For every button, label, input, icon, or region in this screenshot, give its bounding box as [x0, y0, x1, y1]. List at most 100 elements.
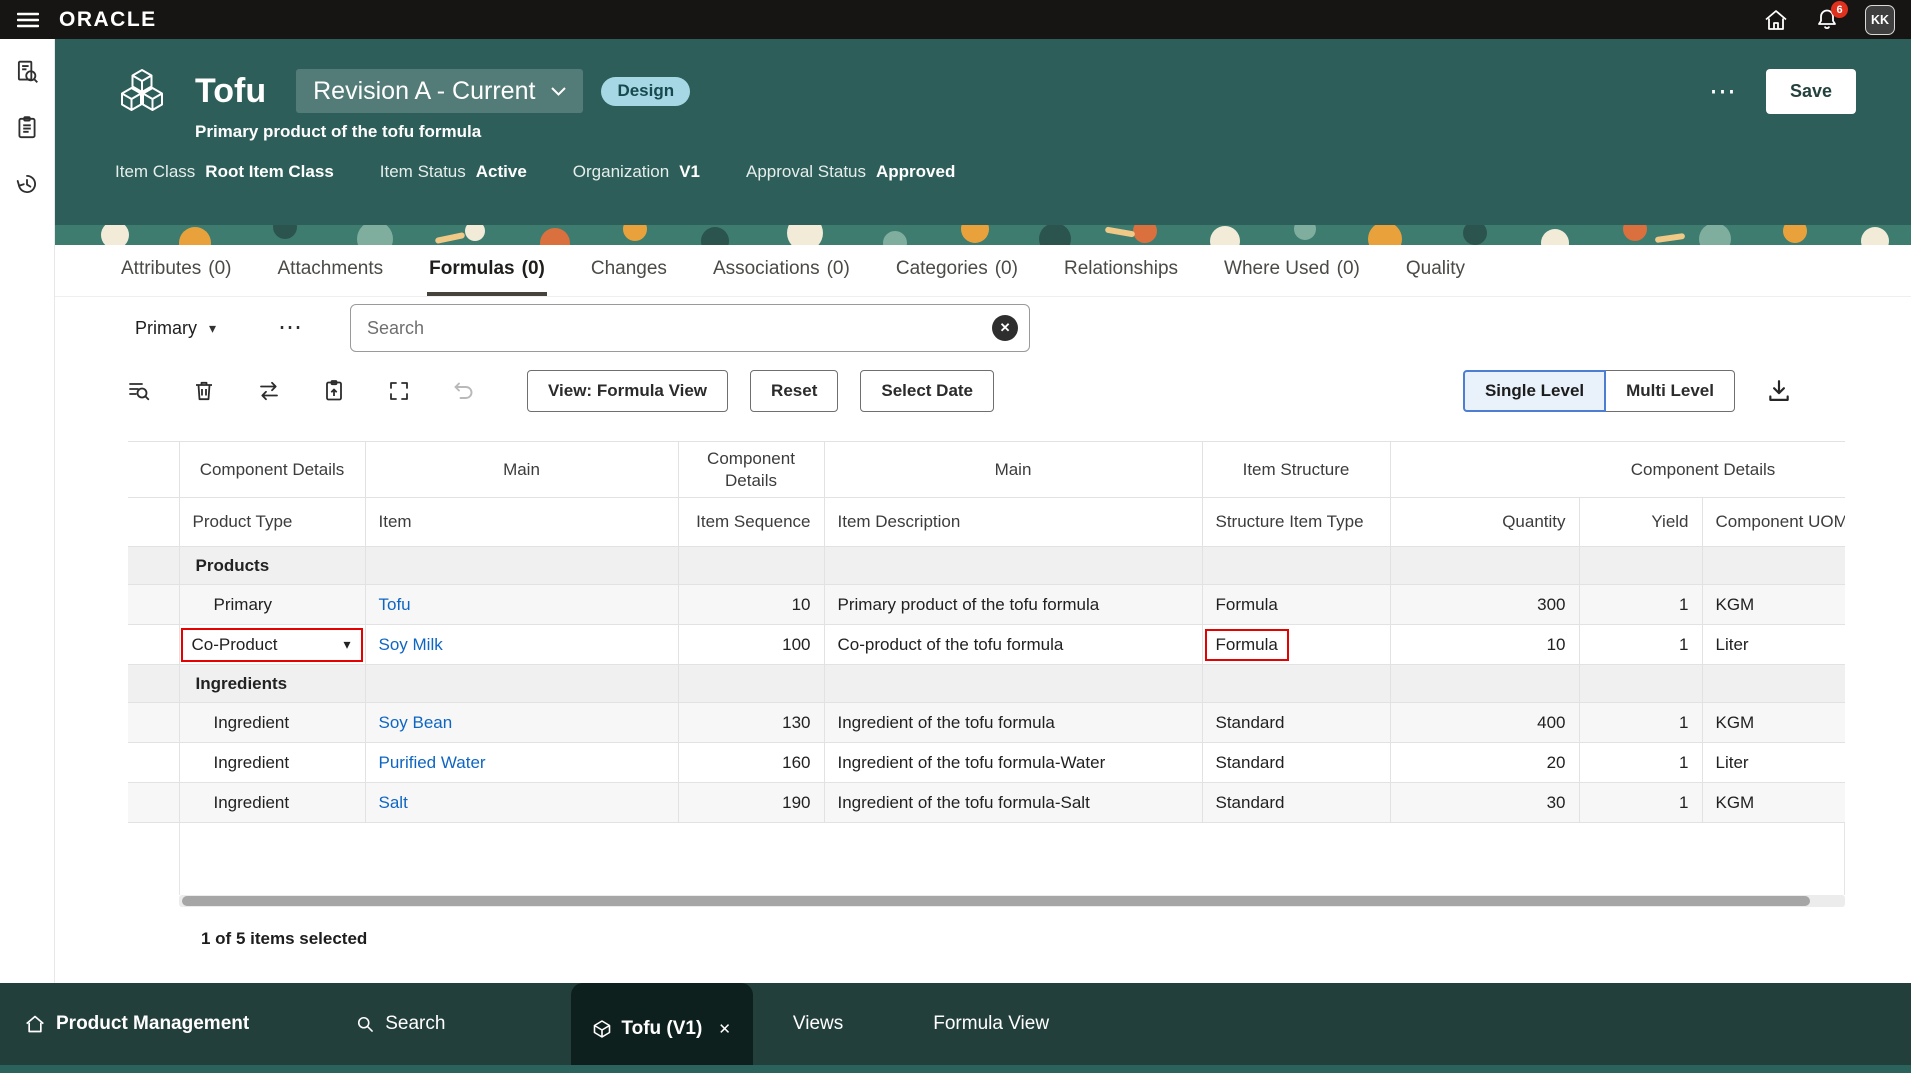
query-by-example-button[interactable] — [119, 371, 159, 411]
hamburger-menu-button[interactable] — [0, 0, 55, 39]
view-formula-view-button[interactable]: View: Formula View — [527, 370, 729, 412]
item-cell: Soy Milk — [365, 624, 679, 665]
expand-button[interactable] — [379, 371, 419, 411]
close-tab-button[interactable]: ✕ — [718, 1020, 731, 1038]
tab-associations[interactable]: Associations (0) — [711, 245, 852, 296]
tab-count: (0) — [994, 257, 1018, 279]
notifications-button[interactable]: 6 — [1815, 1, 1848, 31]
undo-button[interactable] — [444, 371, 484, 411]
multi-level-button[interactable]: Multi Level — [1606, 370, 1735, 412]
column-header-yield[interactable]: Yield — [1579, 497, 1703, 547]
column-header-item-sequence[interactable]: Item Sequence — [678, 497, 825, 547]
column-group-header-3: Main — [824, 441, 1203, 498]
user-avatar[interactable]: KK — [1865, 4, 1895, 35]
item-link[interactable]: Salt — [379, 793, 408, 812]
tab-attributes[interactable]: Attributes (0) — [119, 245, 234, 296]
yield-cell: 1 — [1579, 742, 1703, 783]
yield-cell: 1 — [1579, 782, 1703, 823]
highlighted-structure-item-type: Formula — [1204, 628, 1289, 661]
column-group-header-4: Item Structure — [1202, 441, 1391, 498]
tab-changes[interactable]: Changes — [589, 245, 669, 296]
section-row-ingredients[interactable]: Ingredients — [128, 664, 1845, 703]
column-header-item[interactable]: Item — [365, 497, 679, 547]
product-type-cell: Primary — [179, 584, 366, 625]
column-header-component-uom[interactable]: Component UOM — [1702, 497, 1845, 547]
selection-status: 1 of 5 items selected — [201, 929, 368, 948]
taskbar-views[interactable]: Views — [793, 1013, 843, 1035]
column-header-quantity[interactable]: Quantity — [1390, 497, 1580, 547]
item-link[interactable]: Soy Bean — [379, 713, 453, 732]
table-row-soy-milk[interactable]: Co-Product ▾ Soy Milk 100 Co-product of the … — [128, 624, 1845, 665]
scrollbar-thumb[interactable] — [182, 896, 1810, 906]
tab-formulas[interactable]: Formulas (0) — [427, 245, 547, 296]
tab-quality[interactable]: Quality — [1404, 245, 1467, 296]
taskbar-active-tab[interactable]: Tofu (V1) ✕ — [571, 983, 753, 1065]
tab-where-used[interactable]: Where Used (0) — [1222, 245, 1362, 296]
yield-cell: 1 — [1579, 584, 1703, 625]
sidebar-tasks-button[interactable] — [10, 111, 44, 145]
component-uom-cell: KGM — [1702, 702, 1845, 743]
item-cell: Salt — [365, 782, 679, 823]
product-type-dropdown[interactable]: Co-Product ▾ — [180, 627, 363, 662]
download-button[interactable] — [1759, 371, 1799, 411]
item-link[interactable]: Soy Milk — [379, 635, 443, 654]
tab-relationships[interactable]: Relationships — [1062, 245, 1180, 296]
taskbar-search[interactable]: Search — [355, 1013, 445, 1035]
meta-label: Item Status — [379, 162, 466, 181]
cell — [824, 664, 1203, 703]
header-overflow-button[interactable]: ⋯ — [1709, 77, 1738, 105]
chevron-down-icon: ▾ — [209, 319, 217, 336]
table-row-tofu[interactable]: Primary Tofu 10 Primary product of the tofu… — [128, 584, 1845, 625]
item-sequence-cell: 10 — [678, 584, 825, 625]
section-label: Products — [179, 546, 366, 585]
column-header-structure-item-type[interactable]: Structure Item Type — [1202, 497, 1391, 547]
taskbar-formula-view[interactable]: Formula View — [933, 1013, 1049, 1035]
revision-selector[interactable]: Revision A - Current — [296, 69, 584, 113]
banner-art — [55, 225, 1911, 245]
tab-attachments[interactable]: Attachments — [276, 245, 386, 296]
reset-button[interactable]: Reset — [750, 370, 839, 412]
search-box: ✕ — [350, 304, 1031, 352]
table-row-soy-bean[interactable]: Ingredient Soy Bean 130 Ingredient of the t… — [128, 702, 1845, 743]
sidebar-item-search-button[interactable] — [10, 55, 44, 89]
move-to-button[interactable] — [314, 371, 354, 411]
row-selector-header — [128, 441, 180, 498]
select-date-button[interactable]: Select Date — [860, 370, 995, 412]
clear-search-button[interactable]: ✕ — [992, 315, 1019, 341]
save-button[interactable]: Save — [1765, 68, 1856, 114]
hamburger-icon — [16, 12, 39, 28]
product-cube-icon — [593, 1020, 611, 1038]
quantity-cell: 300 — [1390, 584, 1580, 625]
sidebar-history-button[interactable] — [10, 167, 44, 201]
cell — [1390, 664, 1580, 703]
taskbar-product-management[interactable]: Product Management — [24, 1013, 249, 1035]
item-link[interactable]: Tofu — [379, 595, 411, 614]
search-input[interactable] — [350, 304, 1031, 352]
download-icon — [1766, 378, 1792, 404]
filter-overflow-button[interactable]: ⋯ — [278, 316, 304, 340]
column-group-header-5: Component Details — [1390, 441, 1845, 498]
tab-categories[interactable]: Categories (0) — [894, 245, 1020, 296]
item-cell: Purified Water — [365, 742, 679, 783]
item-link[interactable]: Purified Water — [379, 753, 486, 772]
scope-selector[interactable]: Primary ▾ — [135, 318, 216, 339]
column-header-product-type[interactable]: Product Type — [179, 497, 366, 547]
delete-button[interactable] — [184, 371, 224, 411]
quantity-cell: 30 — [1390, 782, 1580, 823]
item-sequence-cell: 130 — [678, 702, 825, 743]
single-level-button[interactable]: Single Level — [1462, 370, 1607, 412]
level-segmented-control: Single Level Multi Level — [1462, 370, 1735, 412]
horizontal-scrollbar[interactable] — [179, 895, 1845, 907]
home-button[interactable] — [1763, 8, 1789, 32]
table-row-salt[interactable]: Ingredient Salt 190 Ingredient of the tofu … — [128, 782, 1845, 823]
formula-table: Component Details Main Component Details Ma… — [128, 441, 1845, 823]
cell — [824, 546, 1203, 585]
tab-label: Formulas — [429, 257, 515, 279]
lifecycle-badge: Design — [601, 76, 691, 106]
column-header-item-description[interactable]: Item Description — [824, 497, 1203, 547]
cell — [1579, 546, 1703, 585]
replace-button[interactable] — [249, 371, 289, 411]
table-row-purified-water[interactable]: Ingredient Purified Water 160 Ingredient of… — [128, 742, 1845, 783]
section-row-products[interactable]: Products — [128, 546, 1845, 585]
row-selector-cell — [128, 584, 180, 625]
